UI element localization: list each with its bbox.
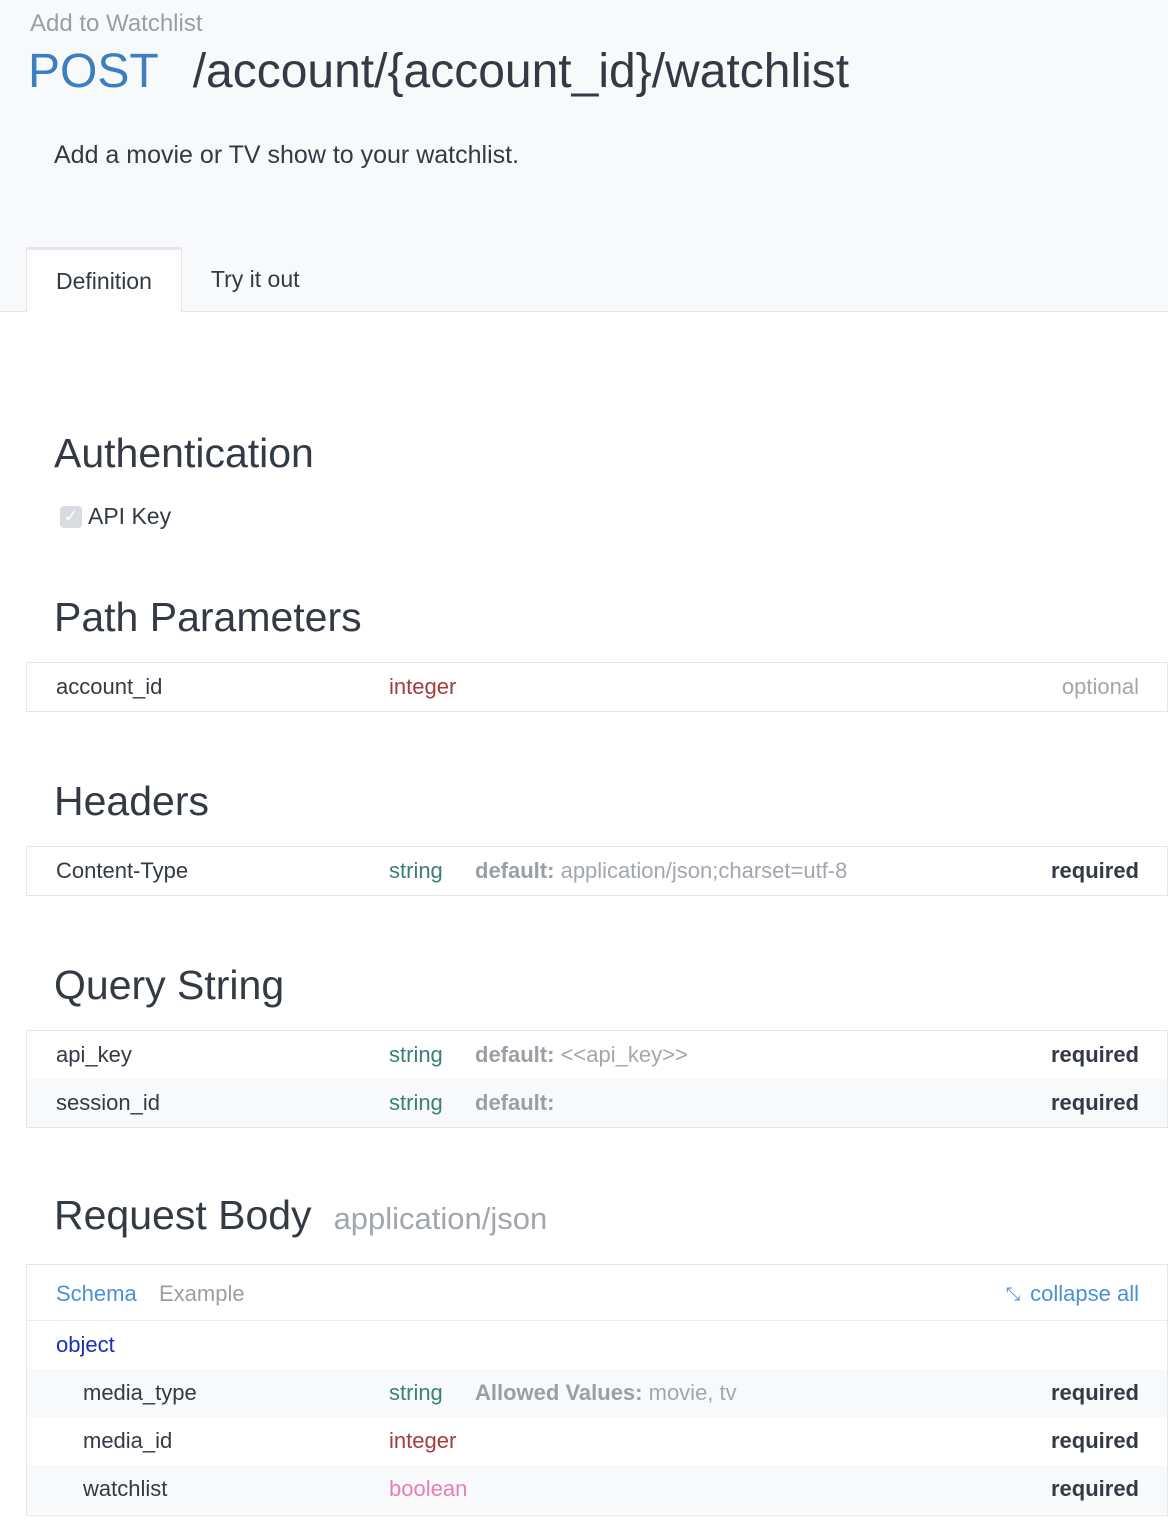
tab-try-it-out[interactable]: Try it out: [182, 247, 329, 312]
default-value: application/json;charset=utf-8: [560, 858, 848, 883]
tab-definition[interactable]: Definition: [26, 247, 182, 313]
field-status: required: [1050, 1476, 1139, 1501]
param-type: string: [389, 858, 443, 883]
field-type: boolean: [389, 1476, 468, 1501]
param-type: string: [389, 1090, 443, 1115]
param-status: required: [1050, 858, 1139, 883]
table-row: Content-Type string default: application…: [27, 847, 1167, 895]
table-row: api_key string default: <<api_key>> requ…: [27, 1031, 1167, 1079]
http-method: POST: [28, 45, 159, 98]
field-name: watchlist: [83, 1476, 168, 1501]
authentication-heading: Authentication: [54, 430, 314, 476]
request-body-heading: Request Body application/json: [54, 1192, 547, 1239]
tab-schema[interactable]: Schema: [56, 1281, 137, 1307]
request-body-title: Request Body: [54, 1192, 312, 1238]
param-name: Content-Type: [56, 858, 189, 883]
request-body-content-type: application/json: [333, 1201, 548, 1236]
tab-bar: Definition Try it out: [26, 247, 329, 313]
default-label: default:: [475, 1042, 555, 1067]
field-status: required: [1050, 1428, 1139, 1453]
param-status: required: [1050, 1090, 1139, 1115]
allowed-values-label: Allowed Values:: [475, 1380, 643, 1405]
field-type: integer: [389, 1428, 457, 1453]
schema-field-row: media_type string Allowed Values: movie,…: [27, 1369, 1167, 1417]
headers-table: Content-Type string default: application…: [26, 846, 1168, 896]
endpoint-header: Add to Watchlist POST/account/{account_i…: [0, 0, 1168, 313]
param-default: default: <<api_key>>: [475, 1042, 688, 1068]
query-string-heading: Query String: [54, 962, 285, 1008]
headers-heading: Headers: [54, 778, 209, 824]
endpoint-description: Add a movie or TV show to your watchlist…: [54, 141, 520, 169]
schema-field-row: media_id integer required: [27, 1417, 1167, 1465]
tab-example[interactable]: Example: [159, 1281, 245, 1307]
query-string-table: api_key string default: <<api_key>> requ…: [26, 1030, 1168, 1128]
endpoint-path: /account/{account_id}/watchlist: [192, 45, 850, 98]
field-name: media_id: [83, 1428, 173, 1453]
default-label: default:: [475, 858, 555, 883]
default-label: default:: [475, 1090, 555, 1115]
param-name: api_key: [56, 1042, 132, 1067]
field-type: string: [389, 1380, 443, 1405]
schema-object-label[interactable]: object: [27, 1321, 1167, 1369]
field-name: media_type: [83, 1380, 197, 1405]
schema-field-row: watchlist boolean required: [27, 1465, 1167, 1513]
auth-api-key: ✓ API Key: [60, 503, 171, 530]
collapse-arrows-icon: ⤡: [1005, 1283, 1021, 1304]
table-row: account_id integer optional: [27, 663, 1167, 711]
default-value: <<api_key>>: [560, 1042, 688, 1067]
param-status: optional: [1061, 674, 1139, 699]
request-body-schema-box: Schema Example ⤡ collapse all object med…: [26, 1264, 1168, 1516]
param-default: default: application/json;charset=utf-8: [475, 858, 847, 884]
collapse-all-label: collapse all: [1030, 1281, 1139, 1306]
allowed-values: movie, tv: [648, 1380, 737, 1405]
breadcrumb: Add to Watchlist: [30, 10, 203, 37]
auth-api-key-label: API Key: [88, 503, 172, 529]
endpoint-title: POST/account/{account_id}/watchlist: [28, 44, 849, 100]
param-name: session_id: [56, 1090, 160, 1115]
param-name: account_id: [56, 674, 163, 699]
table-row: session_id string default: required: [27, 1079, 1167, 1127]
schema-tab-bar: Schema Example ⤡ collapse all: [27, 1265, 1167, 1321]
field-status: required: [1050, 1380, 1139, 1405]
checkbox-checked-icon: ✓: [60, 505, 82, 528]
param-status: required: [1050, 1042, 1139, 1067]
path-parameters-heading: Path Parameters: [54, 594, 362, 640]
collapse-all-button[interactable]: ⤡ collapse all: [1006, 1281, 1139, 1307]
param-default: default:: [475, 1090, 554, 1116]
param-type: integer: [389, 674, 457, 699]
path-parameters-table: account_id integer optional: [26, 662, 1168, 712]
field-allowed-values: Allowed Values: movie, tv: [475, 1380, 737, 1406]
param-type: string: [389, 1042, 443, 1067]
